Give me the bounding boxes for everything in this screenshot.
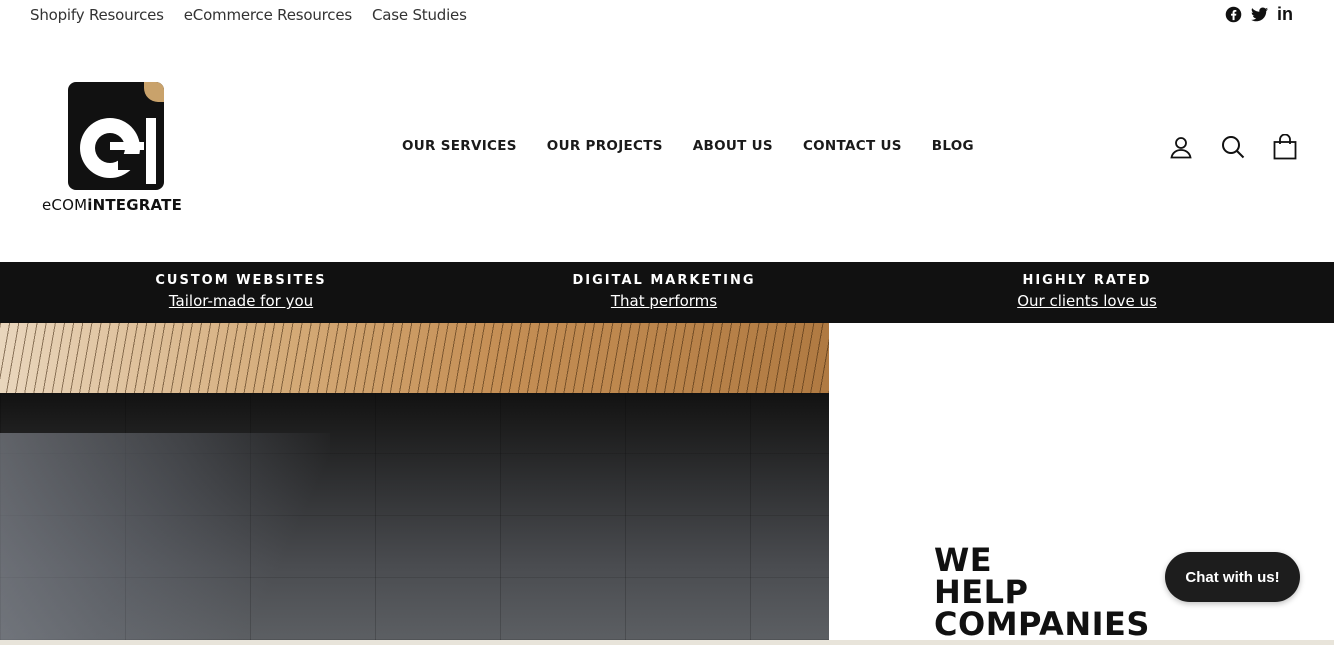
hero-heading-line: HELP xyxy=(934,573,1029,611)
nav-blog[interactable]: BLOG xyxy=(932,138,974,154)
promo-title: HIGHLY RATED xyxy=(1022,273,1152,288)
hero-heading-line: WE xyxy=(934,541,993,579)
logo-mark-icon xyxy=(68,82,164,190)
promo-link[interactable]: Our clients love us xyxy=(1017,292,1157,310)
brand-text-light: eCOM xyxy=(42,196,88,214)
social-links: in xyxy=(1224,3,1294,24)
chat-button[interactable]: Chat with us! xyxy=(1165,552,1300,602)
promo-title: DIGITAL MARKETING xyxy=(572,273,756,288)
nav-our-projects[interactable]: OUR PROJECTS xyxy=(547,138,663,154)
hero-heading-line: COMPANIES xyxy=(934,605,1150,643)
promo-digital-marketing: DIGITAL MARKETING That performs xyxy=(514,273,814,311)
promo-highly-rated: HIGHLY RATED Our clients love us xyxy=(937,273,1237,311)
utility-links: Shopify Resources eCommerce Resources Ca… xyxy=(30,6,467,24)
hero-heading: WE HELP COMPANIES xyxy=(934,544,1150,640)
header-actions xyxy=(1168,134,1298,160)
utility-bar: Shopify Resources eCommerce Resources Ca… xyxy=(0,0,1334,30)
main-nav: OUR SERVICES OUR PROJECTS ABOUT US CONTA… xyxy=(402,138,974,154)
promo-link[interactable]: That performs xyxy=(611,292,717,310)
page-divider xyxy=(0,640,1334,645)
linkedin-label: in xyxy=(1277,3,1293,24)
promo-link[interactable]: Tailor-made for you xyxy=(169,292,313,310)
link-shopify-resources[interactable]: Shopify Resources xyxy=(30,6,164,24)
hero-ceiling xyxy=(0,323,829,393)
brand-text-bold: iNTEGRATE xyxy=(87,196,183,214)
promo-title: CUSTOM WEBSITES xyxy=(155,273,327,288)
account-icon[interactable] xyxy=(1168,134,1194,160)
facebook-icon[interactable] xyxy=(1224,5,1242,23)
cart-icon[interactable] xyxy=(1272,134,1298,160)
twitter-icon[interactable] xyxy=(1250,5,1268,23)
hero-light xyxy=(0,433,330,640)
link-case-studies[interactable]: Case Studies xyxy=(372,6,467,24)
nav-our-services[interactable]: OUR SERVICES xyxy=(402,138,517,154)
promo-custom-websites: CUSTOM WEBSITES Tailor-made for you xyxy=(91,273,391,311)
nav-contact-us[interactable]: CONTACT US xyxy=(803,138,902,154)
search-icon[interactable] xyxy=(1220,134,1246,160)
link-ecommerce-resources[interactable]: eCommerce Resources xyxy=(184,6,352,24)
site-header: eCOMiNTEGRATE OUR SERVICES OUR PROJECTS … xyxy=(0,30,1334,262)
hero-image xyxy=(0,323,829,640)
brand-wordmark: eCOMiNTEGRATE xyxy=(42,196,182,214)
promo-bar: CUSTOM WEBSITES Tailor-made for you DIGI… xyxy=(0,262,1334,323)
linkedin-icon[interactable]: in xyxy=(1276,3,1294,24)
nav-about-us[interactable]: ABOUT US xyxy=(693,138,773,154)
brand-logo[interactable]: eCOMiNTEGRATE xyxy=(42,82,192,217)
